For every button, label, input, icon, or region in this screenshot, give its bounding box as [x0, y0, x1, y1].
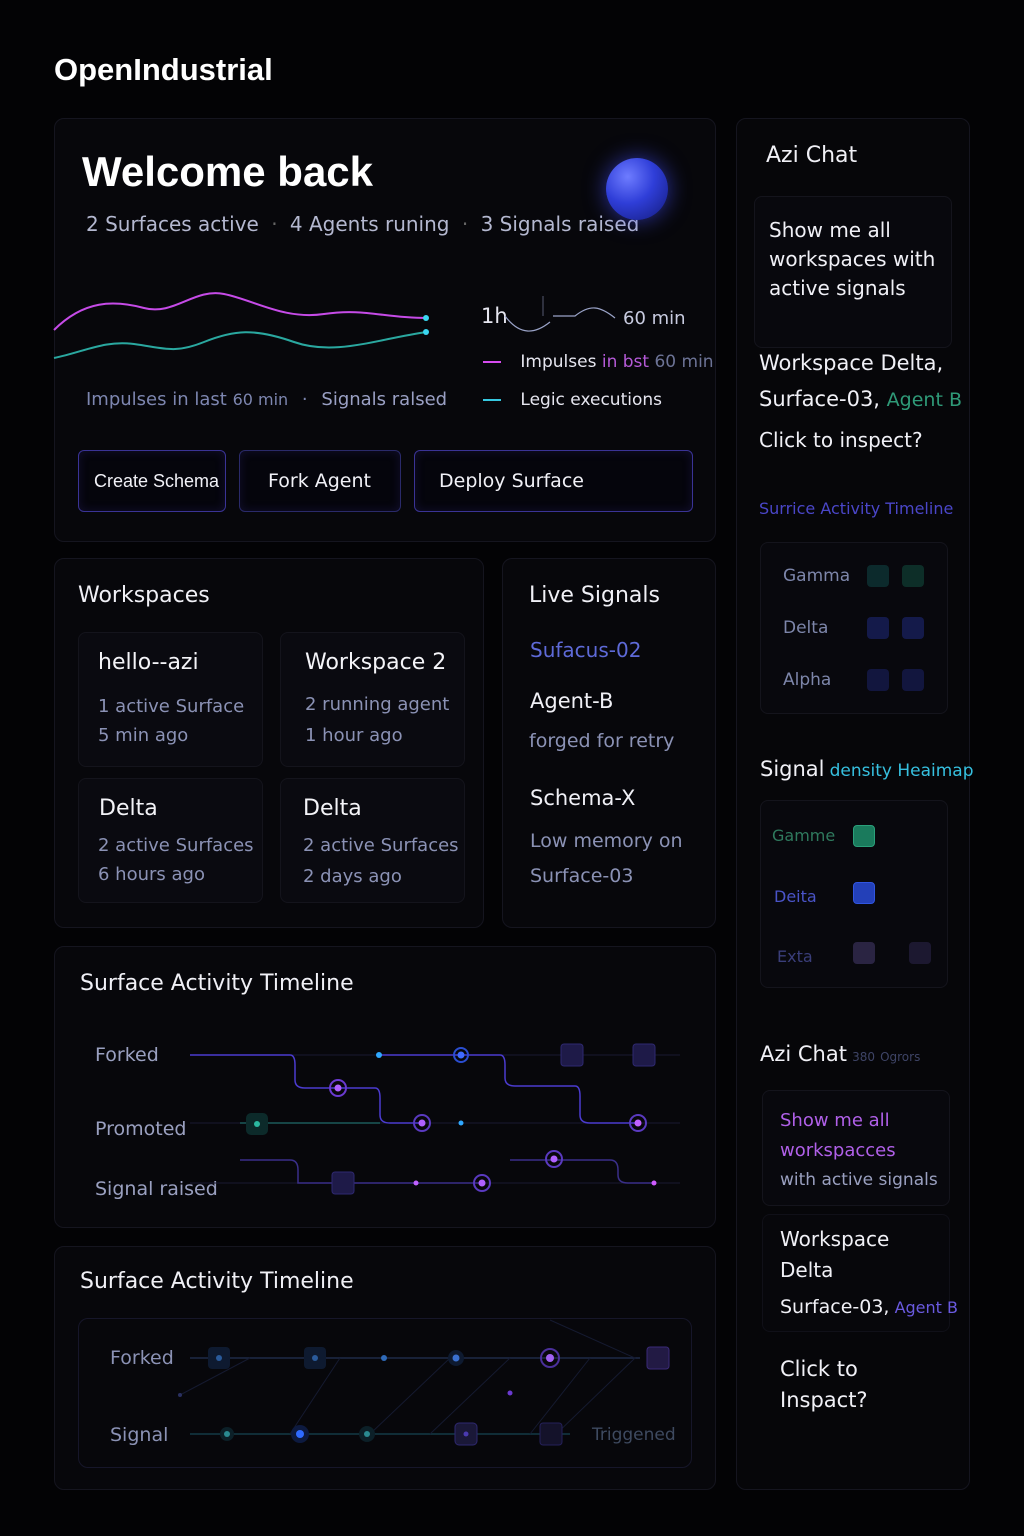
- caption-impulses-num: 60 min: [232, 390, 289, 409]
- workspace-line1: 2 running agent: [305, 694, 450, 715]
- legend-swatch-impulses: [483, 361, 501, 363]
- caption-sep: ·: [301, 389, 308, 410]
- chat-2-title: Azi Chat 380 Ogrors: [760, 1042, 920, 1066]
- stat-sep: ·: [271, 212, 278, 236]
- heatmap-title-b: density Heaimap: [829, 761, 974, 781]
- caption-signals: Signals ralsed: [321, 389, 448, 410]
- activity-cell: [867, 669, 889, 691]
- legend-impulses-label: Impulses: [520, 352, 597, 372]
- workspace-name: Workspace 2: [305, 650, 447, 675]
- workspace-name: Delta: [99, 796, 158, 821]
- chat-user-message-text: Show me all workspaces with active signa…: [769, 218, 936, 300]
- legend-impulses-rest: in bst: [601, 352, 650, 372]
- legend-impulses-num: 60 min: [654, 352, 714, 372]
- activity-row-label: Gamma: [783, 566, 851, 586]
- chat-2-user-line2: workspacces: [780, 1140, 896, 1161]
- heatmap-cell: [853, 825, 875, 847]
- chat-reply-surface: Surface-03,: [759, 387, 880, 411]
- chat-2-reply-line1: Workspace: [780, 1227, 890, 1251]
- workspace-line2: 6 hours ago: [98, 864, 205, 885]
- heatmap-row-label: Deita: [774, 887, 817, 906]
- chat-2-reply-line3: Surface-03, Agent B: [780, 1296, 958, 1318]
- timeline-2-row-label: Signal: [110, 1424, 169, 1446]
- chat-2-badge: 380: [852, 1050, 875, 1064]
- activity-cell: [902, 565, 924, 587]
- create-schema-button[interactable]: Create Schema: [78, 450, 226, 512]
- heatmap-cell: [853, 942, 875, 964]
- range-value: 60 min: [623, 308, 686, 329]
- heatmap-title: Signal density Heaimap: [760, 757, 974, 781]
- chat-2-reply-line2: Delta: [780, 1258, 834, 1282]
- chat-2-user-line3: with active signals: [780, 1170, 938, 1190]
- status-orb: [606, 158, 668, 220]
- activity-row-label: Delta: [783, 618, 829, 638]
- activity-row-label: Alpha: [783, 670, 832, 690]
- caption-impulses: Impulses in last: [86, 389, 227, 410]
- chat-reply-agent-link[interactable]: Agent B: [887, 389, 962, 411]
- chat-timeline-link[interactable]: Surrice Activity Timeline: [759, 499, 953, 518]
- workspace-line2: 1 hour ago: [305, 725, 403, 746]
- stat-signals: 3 Signals raised: [480, 212, 640, 236]
- signal-agent-name[interactable]: Agent-B: [530, 689, 613, 713]
- chat-reply-line1: Workspace Delta,: [759, 351, 944, 375]
- signal-schema-detail-1: Low memory on: [530, 830, 683, 852]
- timeline-2-graph: [178, 1319, 670, 1446]
- impulse-sparkline: [53, 292, 429, 359]
- workspace-name: Delta: [303, 796, 362, 821]
- range-label: 1h: [481, 304, 508, 328]
- timeline-title: Surface Activity Timeline: [80, 971, 354, 996]
- workspace-line1: 2 active Surfaces: [98, 835, 254, 856]
- chat-title: Azi Chat: [766, 143, 858, 168]
- timeline-2-title: Surface Activity Timeline: [80, 1269, 354, 1294]
- fork-agent-button[interactable]: Fork Agent: [239, 450, 401, 512]
- activity-cell: [867, 617, 889, 639]
- deploy-surface-button[interactable]: Deploy Surface: [414, 450, 693, 512]
- timeline-graph: [190, 1043, 680, 1195]
- heatmap-row-label: Gamme: [772, 826, 836, 845]
- heatmap-row-label: Exta: [777, 947, 813, 966]
- heatmap-title-a: Signal: [760, 757, 825, 781]
- chat-2-inspect-line2[interactable]: Inspact?: [780, 1388, 868, 1412]
- chat-2-badge-text: Ogrors: [880, 1050, 921, 1064]
- signal-schema-detail-2: Surface-03: [530, 865, 634, 887]
- signal-schema-name[interactable]: Schema-X: [530, 786, 635, 810]
- activity-cell: [902, 617, 924, 639]
- welcome-title: Welcome back: [82, 148, 374, 195]
- stat-agents: 4 Agents runing: [289, 212, 450, 236]
- heatmap-cell: [909, 942, 931, 964]
- workspaces-title: Workspaces: [78, 583, 210, 608]
- chat-2-reply-surface: Surface-03,: [780, 1296, 890, 1318]
- workspace-name: hello--azi: [98, 650, 199, 675]
- chat-reply-inspect-link[interactable]: Click to inspect?: [759, 428, 923, 452]
- workspace-line1: 2 active Surfaces: [303, 835, 459, 856]
- timeline-row-label: Promoted: [95, 1118, 187, 1140]
- activity-cell: [902, 669, 924, 691]
- legend-swatch-executions: [483, 399, 501, 401]
- legend-executions-label: Legic executions: [520, 390, 663, 410]
- legend-impulses: Impulses in bst 60 min: [483, 352, 714, 372]
- chat-2-title-text: Azi Chat: [760, 1042, 847, 1066]
- live-signals-title: Live Signals: [529, 583, 660, 608]
- activity-cell: [867, 565, 889, 587]
- workspace-line2: 2 days ago: [303, 866, 402, 887]
- stat-surfaces: 2 Surfaces active: [86, 212, 259, 236]
- signal-agent-detail: forged for retry: [529, 730, 675, 752]
- app-title: OpenIndustrial: [54, 52, 273, 87]
- range-mini-wave: [504, 296, 616, 332]
- heatmap-cell: [853, 882, 875, 904]
- timeline-row-label: Forked: [95, 1044, 159, 1066]
- welcome-stats: 2 Surfaces active · 4 Agents runing · 3 …: [86, 212, 639, 236]
- signal-surface-link[interactable]: Sufacus-02: [530, 638, 641, 662]
- chat-2-inspect-line1[interactable]: Click to: [780, 1357, 858, 1381]
- chat-2-user-line1: Show me all: [780, 1110, 890, 1131]
- stat-sep: ·: [461, 212, 469, 236]
- timeline-2-row-label: Forked: [110, 1347, 174, 1369]
- workspace-line1: 1 active Surface: [98, 696, 245, 717]
- chat-reply-line2: Surface-03, Agent B: [759, 387, 962, 411]
- chat-2-reply-agent-link[interactable]: Agent B: [895, 1298, 958, 1317]
- chart-caption: Impulses in last 60 min · Signals ralsed: [86, 389, 447, 410]
- workspace-line2: 5 min ago: [98, 725, 189, 746]
- legend-executions: Legic executions: [483, 390, 662, 410]
